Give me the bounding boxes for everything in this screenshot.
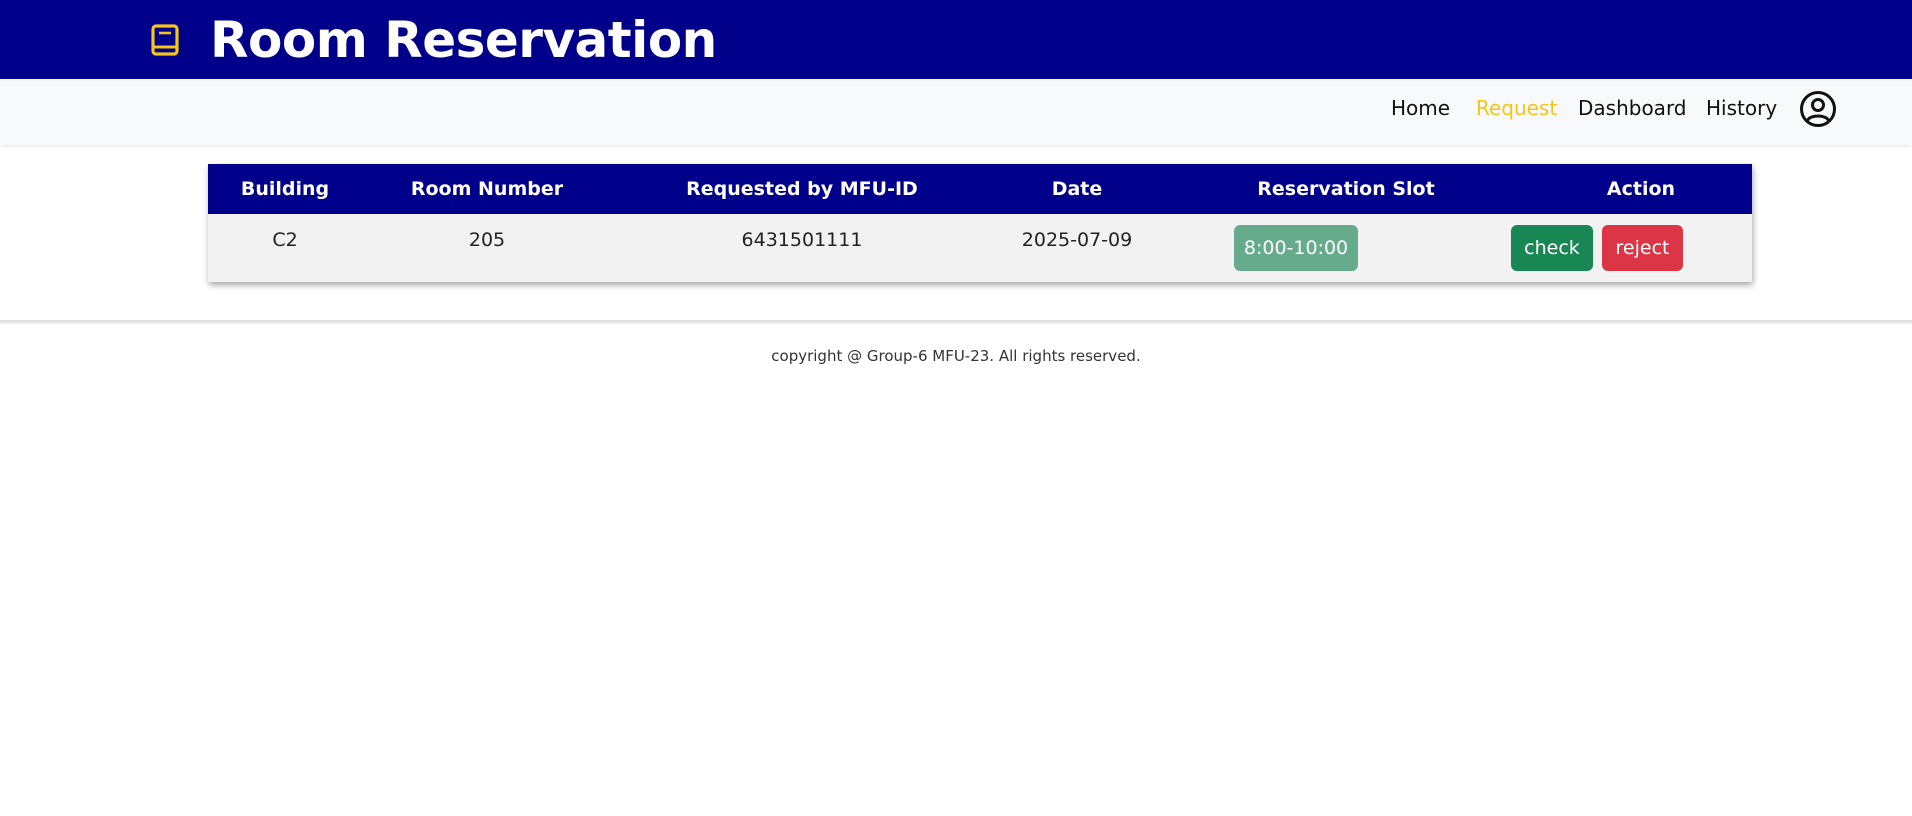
header-action: Action (1606, 178, 1676, 200)
header-date: Date (1051, 178, 1103, 200)
app-title: Room Reservation (210, 11, 717, 69)
table-header: Building Room Number Requested by MFU-ID… (208, 164, 1752, 214)
header-requested-by: Requested by MFU-ID (686, 178, 918, 200)
book-icon (151, 24, 179, 56)
check-button[interactable]: check (1511, 225, 1593, 271)
nav-bar: Home Request Dashboard History (0, 79, 1912, 145)
nav-history-link[interactable]: History (1706, 93, 1777, 123)
header-building: Building (240, 178, 330, 200)
cell-room-number: 205 (468, 229, 506, 251)
header-room-number: Room Number (410, 178, 564, 200)
cell-building: C2 (272, 229, 298, 251)
cell-date: 2025-07-09 (1021, 229, 1133, 251)
header-reservation-slot: Reservation Slot (1257, 178, 1435, 200)
nav-home-link[interactable]: Home (1391, 93, 1450, 123)
reject-button[interactable]: reject (1602, 225, 1683, 271)
app-header: Room Reservation (0, 0, 1912, 79)
user-circle-icon[interactable] (1799, 90, 1837, 128)
nav-request-link[interactable]: Request (1476, 93, 1557, 123)
footer-divider (0, 320, 1912, 324)
nav-dashboard-link[interactable]: Dashboard (1578, 93, 1687, 123)
footer-copyright: copyright @ Group-6 MFU-23. All rights r… (771, 347, 1141, 365)
reservation-slot-badge[interactable]: 8:00-10:00 (1234, 225, 1358, 271)
cell-requested-by: 6431501111 (741, 229, 863, 251)
reservation-table: Building Room Number Requested by MFU-ID… (208, 164, 1752, 282)
